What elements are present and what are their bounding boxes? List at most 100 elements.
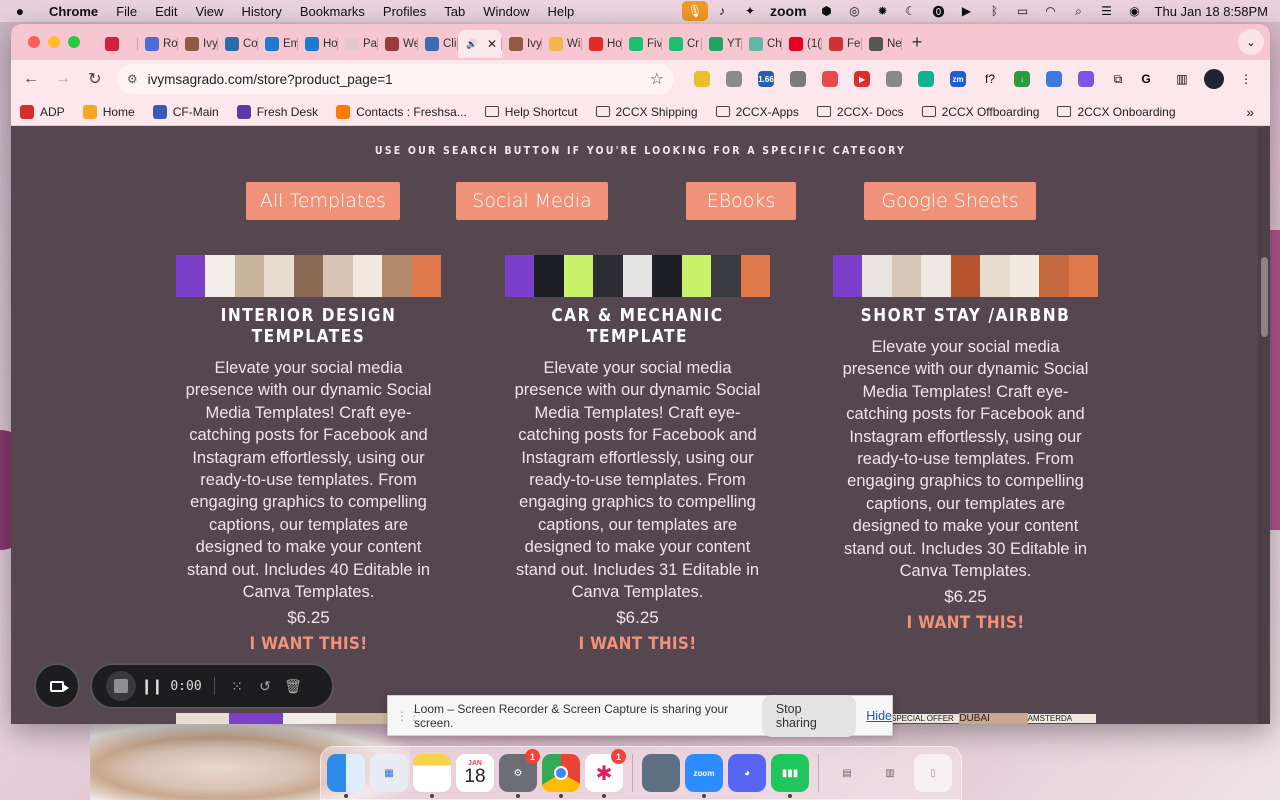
menu-help[interactable]: Help xyxy=(539,4,584,19)
chrome-icon[interactable] xyxy=(542,754,580,798)
drawing-tool-icon[interactable]: ⁙ xyxy=(223,678,251,695)
shield-icon[interactable] xyxy=(784,66,812,92)
bookmark-item[interactable]: 2CCX- Docs xyxy=(808,105,913,119)
product-title[interactable]: SHORT STAY /AIRBNB xyxy=(840,305,1092,326)
browser-tab[interactable]: YT xyxy=(702,30,742,58)
apple-menu-icon[interactable]: ● xyxy=(0,3,40,19)
address-bar[interactable]: ⚙ ivymsagrado.com/store?product_page=1 ☆ xyxy=(116,64,675,94)
product-title[interactable]: INTERIOR DESIGN TEMPLATES xyxy=(183,305,435,347)
kebab-menu-icon[interactable]: ⋮ xyxy=(1232,66,1260,92)
browser-tab[interactable]: Ch xyxy=(742,30,782,58)
microphone-icon[interactable]: 🎙 xyxy=(681,1,708,21)
browser-tab[interactable]: (1( xyxy=(782,30,822,58)
product-thumbnail[interactable] xyxy=(833,255,1098,297)
profile-avatar[interactable] xyxy=(1204,69,1225,89)
siri-icon[interactable]: ◉ xyxy=(1121,0,1149,22)
slack-icon[interactable]: ✱ 1 xyxy=(585,749,626,798)
bookmark-item[interactable]: ADP xyxy=(11,104,74,119)
buy-button[interactable]: I WANT THIS! xyxy=(833,613,1098,633)
category-ebooks-button[interactable]: EBooks xyxy=(686,182,796,220)
menu-view[interactable]: View xyxy=(186,4,232,19)
downloads-stack-icon[interactable]: ▤ xyxy=(828,754,866,792)
menu-bookmarks[interactable]: Bookmarks xyxy=(291,4,374,19)
wifi-icon[interactable]: ◠ xyxy=(1037,0,1065,22)
zoom-menu-icon[interactable]: zoom xyxy=(764,0,813,22)
menu-history[interactable]: History xyxy=(232,4,290,19)
bookmark-item[interactable]: 2CCX Onboarding xyxy=(1048,105,1184,119)
google-icon[interactable]: G xyxy=(1132,66,1160,92)
browser-tab[interactable]: Ivy xyxy=(502,30,542,58)
launchpad-icon[interactable]: ▦ xyxy=(370,754,408,792)
extension-icon[interactable] xyxy=(1072,66,1100,92)
minimize-window-button[interactable] xyxy=(48,36,60,48)
calendar-icon[interactable]: JAN 18 xyxy=(456,754,494,792)
butterfly-icon[interactable]: ✦ xyxy=(736,0,764,22)
extension-icon[interactable]: ⬢ xyxy=(813,0,841,22)
numbers-icon[interactable]: ▮▮▮ xyxy=(771,754,809,798)
browser-tab[interactable]: Ro xyxy=(138,30,178,58)
category-google-sheets-button[interactable]: Google Sheets xyxy=(864,182,1036,220)
category-social-media-button[interactable]: Social Media xyxy=(456,182,608,220)
product-thumbnail[interactable] xyxy=(505,255,770,297)
menu-profiles[interactable]: Profiles xyxy=(374,4,435,19)
camera-icon[interactable] xyxy=(880,66,908,92)
page-scrollbar[interactable] xyxy=(1258,127,1270,724)
browser-tab[interactable]: Co xyxy=(218,30,258,58)
extension-icon[interactable]: 1.66 xyxy=(752,66,780,92)
buy-button[interactable]: I WANT THIS! xyxy=(176,634,441,654)
browser-tab[interactable]: Wi xyxy=(542,30,582,58)
formula-icon[interactable]: f? xyxy=(976,66,1004,92)
url-text[interactable]: ivymsagrado.com/store?product_page=1 xyxy=(148,72,393,87)
bookmark-star-icon[interactable]: ☆ xyxy=(650,69,664,89)
menu-clock[interactable]: Thu Jan 18 8:58PM xyxy=(1149,4,1280,19)
extension-icon[interactable] xyxy=(816,66,844,92)
bookmark-item[interactable]: 2CCX-Apps xyxy=(707,105,808,119)
extension-icon[interactable] xyxy=(1040,66,1068,92)
discord-icon[interactable]: ◕ xyxy=(728,754,766,792)
puzzle-icon[interactable]: ⧉ xyxy=(1104,66,1132,92)
loom-stop-button[interactable] xyxy=(106,671,136,701)
tab-search-button[interactable]: ⌄ xyxy=(1238,29,1264,55)
loom-pause-button[interactable]: ❙❙ xyxy=(136,677,166,695)
side-panel-icon[interactable]: ▥ xyxy=(1168,66,1196,92)
extension-icon[interactable] xyxy=(720,66,748,92)
bookmark-item[interactable]: Contacts : Freshsa... xyxy=(327,104,476,119)
menu-app-name[interactable]: Chrome xyxy=(40,4,107,19)
trash-icon[interactable]: ▯ xyxy=(914,754,952,792)
bookmark-item[interactable]: Fresh Desk xyxy=(228,104,327,119)
browser-tab[interactable] xyxy=(98,30,138,58)
bookmark-item[interactable]: 2CCX Offboarding xyxy=(913,105,1049,119)
close-tab-icon[interactable]: ✕ xyxy=(487,37,497,51)
menu-file[interactable]: File xyxy=(107,4,146,19)
restart-icon[interactable]: ↺ xyxy=(251,678,279,695)
browser-tab[interactable]: Pa xyxy=(338,30,378,58)
battery-icon[interactable]: ▭ xyxy=(1009,0,1037,22)
zoom-app-icon[interactable]: zoom xyxy=(685,754,723,798)
bluetooth-icon[interactable]: ᛒ xyxy=(981,0,1009,22)
notes-icon[interactable] xyxy=(413,754,451,798)
target-icon[interactable]: ◎ xyxy=(841,0,869,22)
back-button[interactable]: ← xyxy=(15,63,47,95)
menu-edit[interactable]: Edit xyxy=(146,4,186,19)
hide-banner-link[interactable]: Hide xyxy=(866,709,892,723)
drag-handle-icon[interactable]: ⋮⋮ xyxy=(396,709,420,723)
browser-tab[interactable]: Fe xyxy=(822,30,862,58)
bookmark-item[interactable]: Home xyxy=(74,104,144,119)
browser-tab[interactable]: Cr xyxy=(662,30,702,58)
extension-icon[interactable] xyxy=(912,66,940,92)
product-title[interactable]: CAR & MECHANIC TEMPLATE xyxy=(512,305,764,347)
menu-tab[interactable]: Tab xyxy=(435,4,474,19)
youtube-icon[interactable]: ▶ xyxy=(848,66,876,92)
loom-camera-button[interactable] xyxy=(34,663,80,709)
search-icon[interactable]: ⌕ xyxy=(1065,0,1093,22)
vpn-icon[interactable]: ⓿ xyxy=(925,0,953,22)
download-icon[interactable]: ↓ xyxy=(1008,66,1036,92)
bookmark-item[interactable]: CF-Main xyxy=(144,104,228,119)
reload-button[interactable]: ↻ xyxy=(79,63,111,95)
browser-tab[interactable]: Cli xyxy=(418,30,458,58)
browser-tab[interactable]: Ho xyxy=(298,30,338,58)
tab-active[interactable]: 🔊 ✕ xyxy=(458,30,502,58)
finder-icon[interactable] xyxy=(327,754,365,798)
preview-icon[interactable] xyxy=(642,754,680,792)
bookmark-item[interactable]: 2CCX Shipping xyxy=(587,105,707,119)
